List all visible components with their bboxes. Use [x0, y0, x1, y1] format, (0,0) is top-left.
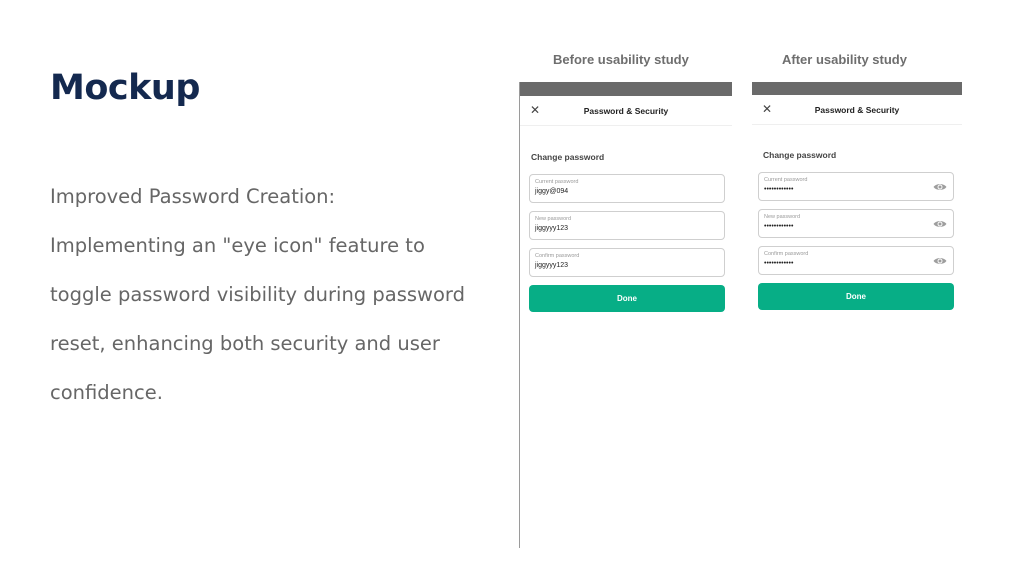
field-label: Current password — [535, 179, 579, 185]
slide-body: Improved Password Creation: Implementing… — [50, 172, 470, 417]
done-button[interactable]: Done — [758, 283, 954, 310]
field-value: jiggy@094 — [535, 188, 569, 195]
slide-title: Mockup — [50, 68, 200, 108]
status-bar — [752, 82, 962, 95]
field-label: Current password — [764, 177, 808, 183]
nav-bar: ✕ Password & Security — [752, 95, 962, 125]
done-button[interactable]: Done — [529, 285, 725, 312]
eye-icon[interactable] — [933, 255, 947, 267]
field-label: New password — [535, 216, 572, 222]
nav-title: Password & Security — [814, 105, 900, 115]
field-label: Confirm password — [535, 253, 580, 259]
field-value: •••••••••••• — [764, 223, 794, 230]
section-title: Change password — [531, 152, 605, 162]
current-password-field[interactable]: Current password jiggy@094 — [529, 174, 725, 203]
after-phone-mockup: ✕ Password & Security Change password Cu… — [752, 82, 962, 548]
status-bar — [520, 82, 732, 96]
confirm-password-field[interactable]: Confirm password jiggyyy123 — [529, 248, 725, 277]
section-title: Change password — [763, 150, 837, 160]
nav-title: Password & Security — [583, 106, 669, 116]
eye-icon[interactable] — [933, 181, 947, 193]
body-line: Improved Password Creation: — [50, 185, 336, 208]
new-password-field[interactable]: New password jiggyyy123 — [529, 211, 725, 240]
before-study-label: Before usability study — [553, 52, 689, 67]
eye-icon[interactable] — [933, 218, 947, 230]
field-value: jiggyyy123 — [535, 262, 569, 269]
field-label: Confirm password — [764, 251, 809, 257]
field-label: New password — [764, 214, 801, 220]
field-value: •••••••••••• — [764, 260, 794, 267]
body-line: toggle password visibility during passwo… — [50, 283, 465, 306]
current-password-field[interactable]: Current password •••••••••••• — [758, 172, 954, 201]
after-study-label: After usability study — [782, 52, 907, 67]
before-phone-mockup: ✕ Password & Security Change password Cu… — [519, 82, 732, 548]
body-line: confidence. — [50, 381, 163, 404]
nav-bar: ✕ Password & Security — [520, 96, 732, 126]
field-value: •••••••••••• — [764, 186, 794, 193]
field-value: jiggyyy123 — [535, 225, 569, 232]
body-line: Implementing an "eye icon" feature to — [50, 234, 425, 257]
confirm-password-field[interactable]: Confirm password •••••••••••• — [758, 246, 954, 275]
body-line: reset, enhancing both security and user — [50, 332, 440, 355]
new-password-field[interactable]: New password •••••••••••• — [758, 209, 954, 238]
